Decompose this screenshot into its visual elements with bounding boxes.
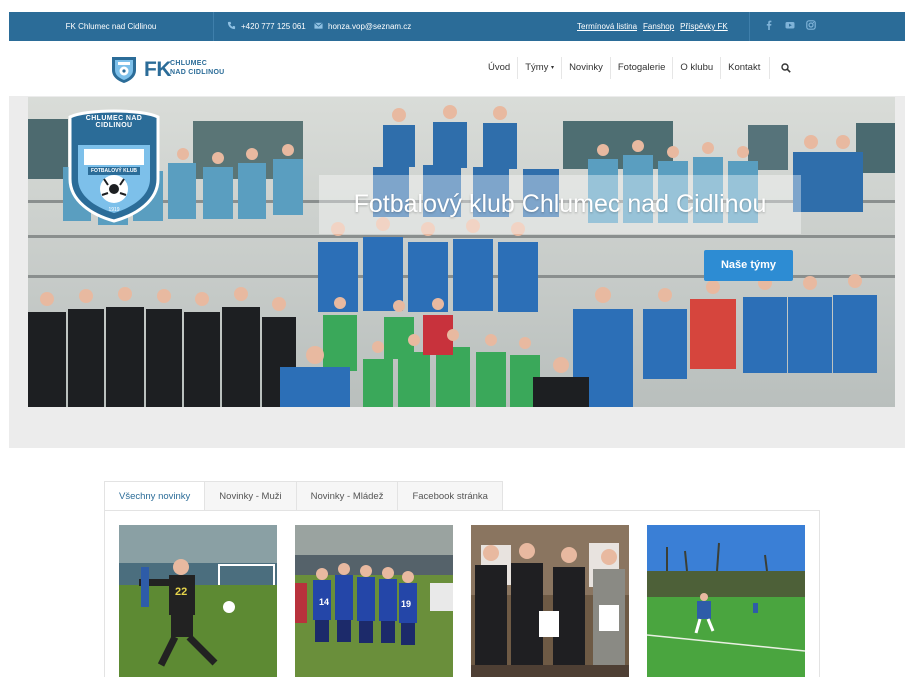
- news-thumb-match[interactable]: [647, 525, 805, 677]
- envelope-icon: [314, 22, 323, 29]
- hero-title: Fotbalový klub Chlumec nad Cidlinou: [319, 175, 801, 234]
- top-bar: FK Chlumec nad Cidlinou +420 777 125 061…: [9, 12, 905, 41]
- news-panel: 22 14 19: [104, 510, 820, 677]
- tab-facebook-stranka[interactable]: Facebook stránka: [398, 481, 503, 511]
- tab-novinky-mladez[interactable]: Novinky - Mládež: [296, 481, 399, 511]
- news-thumb-team[interactable]: 14 19: [295, 525, 453, 677]
- nase-tymy-button[interactable]: Naše týmy: [704, 250, 793, 281]
- logo-name-line1: CHLUMEC: [170, 60, 208, 67]
- goalkeeper-photo: 22: [119, 525, 277, 677]
- nav-novinky[interactable]: Novinky: [562, 57, 611, 79]
- nav-fotogalerie[interactable]: Fotogalerie: [611, 57, 674, 79]
- chevron-down-icon: ▾: [551, 65, 555, 71]
- search-icon: [781, 63, 792, 73]
- link-prispevky-fk[interactable]: Příspěvky FK: [680, 22, 728, 31]
- team-huddle-photo: 14 19: [295, 525, 453, 677]
- svg-text:22: 22: [175, 586, 187, 598]
- award-ceremony-photo: [471, 525, 629, 677]
- news-thumb-goalkeeper[interactable]: 22: [119, 525, 277, 677]
- nav-tymy[interactable]: Týmy ▾: [518, 57, 563, 79]
- topbar-phone[interactable]: +420 777 125 061: [227, 12, 306, 41]
- phone-icon: [227, 21, 236, 30]
- link-terminova-listina[interactable]: Termínová listina: [577, 22, 637, 31]
- logo-name-line2: NAD CIDLINOU: [170, 69, 225, 76]
- nav-kontakt[interactable]: Kontakt: [721, 57, 771, 79]
- nav-o-klubu[interactable]: O klubu: [673, 57, 722, 79]
- topbar-email[interactable]: honza.vop@seznam.cz: [314, 12, 411, 41]
- search-button[interactable]: [770, 57, 796, 79]
- facebook-icon[interactable]: [764, 13, 774, 30]
- email-address: honza.vop@seznam.cz: [328, 22, 412, 31]
- nav-tymy-label: Týmy: [525, 62, 549, 73]
- link-fanshop[interactable]: Fanshop: [643, 22, 674, 31]
- topbar-club-name: FK Chlumec nad Cidlinou: [9, 12, 214, 41]
- topbar-links: Termínová listina Fanshop Příspěvky FK: [577, 12, 734, 41]
- social-links: [749, 12, 827, 41]
- tab-vsechny-novinky[interactable]: Všechny novinky: [104, 481, 206, 511]
- match-field-photo: [647, 525, 805, 677]
- youtube-icon[interactable]: [785, 13, 795, 29]
- crest-text-top: CHLUMEC NAD CIDLINOU: [85, 115, 143, 129]
- svg-text:14: 14: [319, 597, 329, 607]
- hero-section: CHLUMEC NAD CIDLINOU FOTBALOVÝ KLUB 1919…: [9, 96, 905, 448]
- site-header: FK CHLUMEC NAD CIDLINOU Úvod Týmy ▾ Novinky…: [9, 41, 905, 96]
- news-tabs: Všechny novinky Novinky - Muži Novinky - M…: [104, 481, 503, 511]
- phone-number: +420 777 125 061: [241, 22, 306, 31]
- team-photo: CHLUMEC NAD CIDLINOU FOTBALOVÝ KLUB 1919…: [28, 97, 895, 407]
- crest-banner: FOTBALOVÝ KLUB: [90, 168, 138, 174]
- instagram-icon[interactable]: [806, 13, 816, 30]
- club-crest-icon: [112, 57, 136, 83]
- logo-name: CHLUMEC NAD CIDLINOU: [170, 59, 240, 77]
- logo-fk: FK: [144, 58, 172, 81]
- nav-uvod[interactable]: Úvod: [481, 57, 519, 79]
- crest-year: 1919: [108, 207, 120, 213]
- news-thumb-award[interactable]: [471, 525, 629, 677]
- main-nav: Úvod Týmy ▾ Novinky Fotogalerie O klubu Konta…: [481, 57, 796, 79]
- tab-novinky-muzi[interactable]: Novinky - Muži: [205, 481, 297, 511]
- svg-text:19: 19: [401, 599, 411, 609]
